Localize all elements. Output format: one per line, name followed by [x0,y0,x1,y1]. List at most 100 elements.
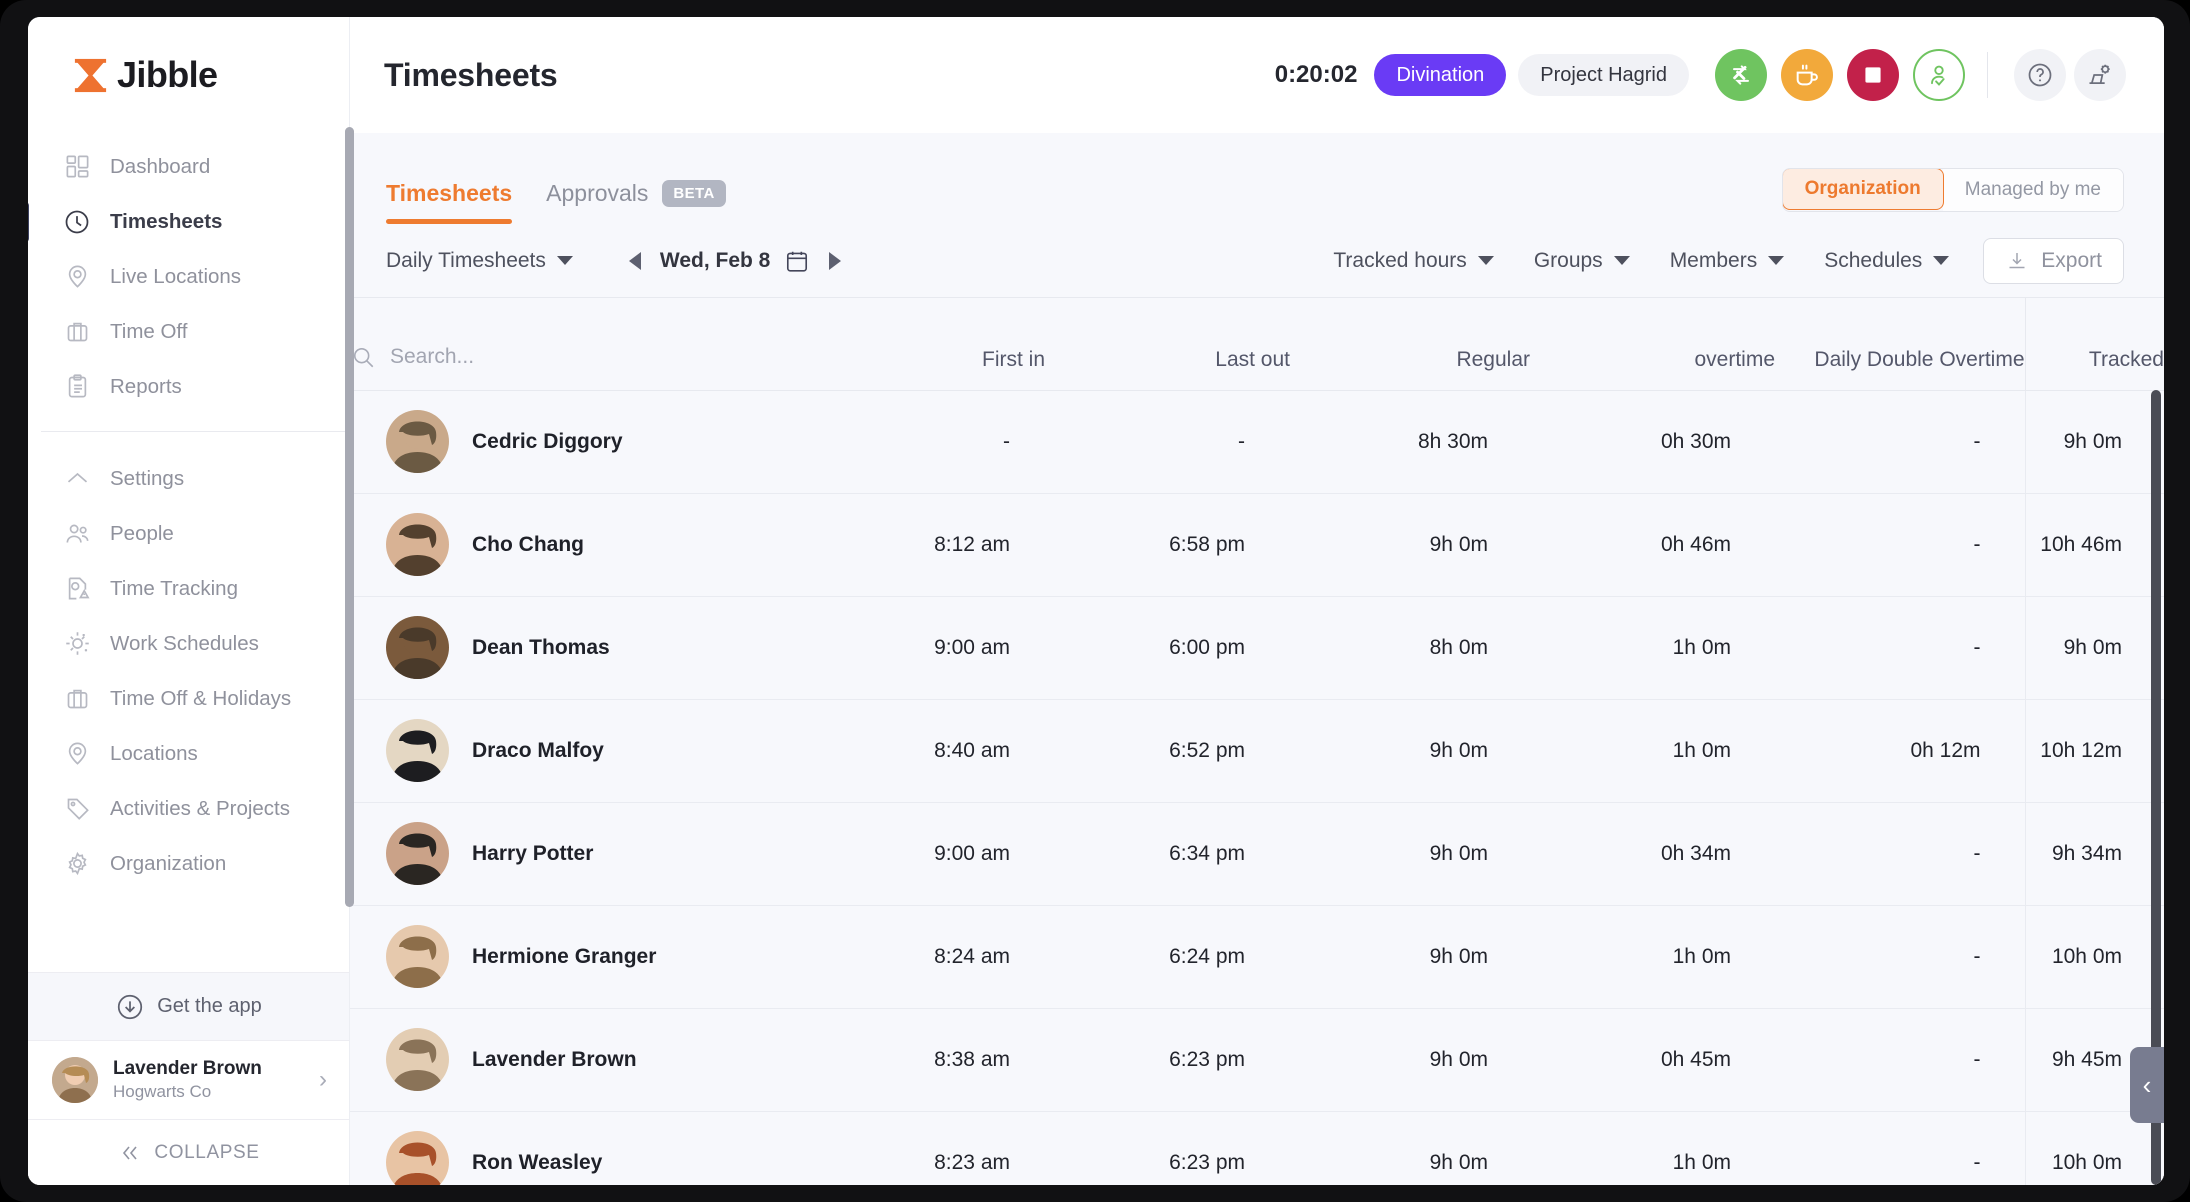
column-header-overtime[interactable]: overtime [1530,298,1775,390]
cell-regular: 9h 0m [1290,1008,1530,1111]
avatar [386,925,449,988]
filter-schedules[interactable]: Schedules [1824,249,1949,273]
top-bar: Timesheets 0:20:02 Divination Project Ha… [349,17,2164,133]
chevron-down-icon [557,256,573,265]
cell-daily-double-overtime: - [1775,1008,2025,1111]
cell-overtime: 1h 0m [1530,905,1775,1008]
sidebar-item-timesheets[interactable]: Timesheets [28,194,349,249]
sidebar-scrollbar[interactable] [345,127,354,907]
arrow-left-icon[interactable] [629,252,641,270]
cell-regular: 8h 0m [1290,596,1530,699]
sidebar-item-activities-projects[interactable]: Activities & Projects [28,781,349,836]
cell-daily-double-overtime: - [1775,1111,2025,1185]
stop-icon[interactable] [1847,49,1899,101]
tab-approvals[interactable]: Approvals BETA [546,180,726,224]
member-cell: Cho Chang [386,513,804,576]
table-header-row: Search... First in Last out Regular over… [350,298,2164,390]
sidebar-item-time-off[interactable]: Time Off [28,304,349,359]
sidebar-item-work-schedules[interactable]: Work Schedules [28,616,349,671]
member-name: Harry Potter [472,842,593,866]
tab-timesheets[interactable]: Timesheets [386,180,512,224]
member-name: Lavender Brown [472,1048,637,1072]
table-row[interactable]: Cho Chang8:12 am6:58 pm9h 0m0h 46m-10h 4… [350,493,2164,596]
cell-regular: 9h 0m [1290,802,1530,905]
map-pin-icon [62,262,92,292]
collapse-label: COLLAPSE [154,1142,259,1164]
cell-overtime: 1h 0m [1530,596,1775,699]
table-row[interactable]: Harry Potter9:00 am6:34 pm9h 0m0h 34m-9h… [350,802,2164,905]
table-row[interactable]: Lavender Brown8:38 am6:23 pm9h 0m0h 45m-… [350,1008,2164,1111]
column-header-last-out[interactable]: Last out [1045,298,1290,390]
sidebar-item-dashboard[interactable]: Dashboard [28,139,349,194]
sidebar-item-label: Dashboard [110,155,210,179]
sidebar-item-settings[interactable]: Settings [28,451,349,506]
sidebar-item-time-off-holidays[interactable]: Time Off & Holidays [28,671,349,726]
download-icon [2005,249,2029,273]
table-row[interactable]: Ron Weasley8:23 am6:23 pm9h 0m1h 0m-10h … [350,1111,2164,1185]
cell-first-in: 9:00 am [805,802,1045,905]
chevron-left-icon[interactable]: ‹ [2130,1047,2164,1123]
cell-overtime: 0h 34m [1530,802,1775,905]
scope-option-organization[interactable]: Organization [1782,168,1944,210]
cell-last-out: 6:23 pm [1045,1111,1290,1185]
cell-overtime: 0h 30m [1530,390,1775,493]
sidebar-profile[interactable]: Lavender Brown Hogwarts Co › [28,1040,349,1119]
column-header-daily-double-overtime[interactable]: Daily Double Overtime [1775,298,2025,390]
timesheet-table: Search... First in Last out Regular over… [350,298,2164,1185]
scope-option-managed-by-me[interactable]: Managed by me [1943,169,2123,211]
chevron-right-icon: › [319,1066,327,1094]
sidebar-item-label: Activities & Projects [110,797,290,821]
sidebar-item-locations[interactable]: Locations [28,726,349,781]
table-row[interactable]: Cedric Diggory--8h 30m0h 30m-9h 0m [350,390,2164,493]
admin-gear-icon[interactable] [2074,49,2126,101]
date-picker[interactable]: Wed, Feb 8 [660,248,810,274]
table-row[interactable]: Hermione Granger8:24 am6:24 pm9h 0m1h 0m… [350,905,2164,1008]
arrow-right-icon[interactable] [829,252,841,270]
table-row[interactable]: Draco Malfoy8:40 am6:52 pm9h 0m1h 0m0h 1… [350,699,2164,802]
sidebar-item-reports[interactable]: Reports [28,359,349,414]
cell-member: Cedric Diggory [350,390,805,493]
sidebar-settings-nav: Settings People Time Tra [28,451,349,891]
filter-label: Schedules [1824,249,1922,273]
member-name: Dean Thomas [472,636,610,660]
filter-members[interactable]: Members [1670,249,1785,273]
switch-activity-icon[interactable] [1715,49,1767,101]
app-viewport: Jibble Dashboard [28,17,2164,1185]
sidebar-item-people[interactable]: People [28,506,349,561]
member-cell: Ron Weasley [386,1131,804,1185]
person-check-icon[interactable] [1913,49,1965,101]
cell-tracked: 10h 0m [2025,905,2164,1008]
app-logo[interactable]: Jibble [28,17,349,133]
sidebar-item-organization[interactable]: Organization [28,836,349,891]
beta-badge: BETA [662,180,725,207]
chevron-down-icon [1478,256,1494,265]
get-the-app-button[interactable]: Get the app [28,972,349,1040]
cell-tracked: 9h 0m [2025,390,2164,493]
column-header-tracked[interactable]: Tracked [2025,298,2164,390]
coffee-break-icon[interactable] [1781,49,1833,101]
cell-overtime: 1h 0m [1530,1111,1775,1185]
search-cell: Search... [350,298,805,390]
collapse-sidebar-button[interactable]: COLLAPSE [28,1119,349,1185]
column-header-regular[interactable]: Regular [1290,298,1530,390]
project-chip[interactable]: Project Hagrid [1518,54,1689,96]
sidebar-item-time-tracking[interactable]: Time Tracking [28,561,349,616]
filter-tracked-hours[interactable]: Tracked hours [1333,249,1493,273]
question-mark-icon[interactable] [2014,49,2066,101]
cell-daily-double-overtime: - [1775,596,2025,699]
sidebar-item-live-locations[interactable]: Live Locations [28,249,349,304]
column-header-first-in[interactable]: First in [805,298,1045,390]
content-panel: Timesheets Approvals BETA Organization M… [349,133,2164,1185]
running-timer: 0:20:02 [1275,61,1358,89]
filter-groups[interactable]: Groups [1534,249,1630,273]
activity-chip[interactable]: Divination [1374,54,1506,96]
search-input[interactable]: Search... [350,344,805,372]
cell-last-out: 6:23 pm [1045,1008,1290,1111]
export-button[interactable]: Export [1983,238,2124,284]
cell-first-in: 8:40 am [805,699,1045,802]
clock-icon [62,207,92,237]
cell-daily-double-overtime: - [1775,390,2025,493]
table-row[interactable]: Dean Thomas9:00 am6:00 pm8h 0m1h 0m-9h 0… [350,596,2164,699]
cell-first-in: 9:00 am [805,596,1045,699]
view-selector[interactable]: Daily Timesheets [386,249,573,273]
